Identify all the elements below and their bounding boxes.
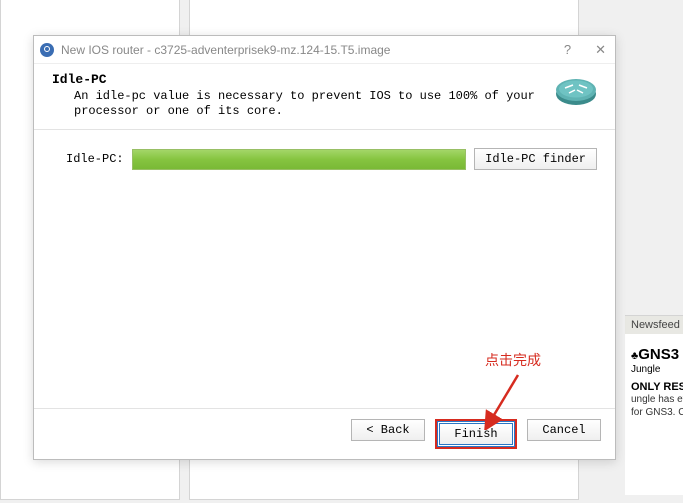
annotation-text: 点击完成 <box>485 350 541 370</box>
close-button[interactable]: ✕ <box>592 42 609 58</box>
dialog-new-ios-router: New IOS router - c3725-adventerprisek9-m… <box>33 35 616 460</box>
finish-highlight: Finish <box>435 419 517 449</box>
page-description: An idle-pc value is necessary to prevent… <box>52 89 545 119</box>
newsfeed-line: for GNS3. Co <box>631 406 683 419</box>
wizard-header: Idle-PC An idle-pc value is necessary to… <box>34 64 615 130</box>
app-icon <box>40 43 54 57</box>
newsfeed-header: Newsfeed <box>625 316 683 334</box>
back-button[interactable]: < Back <box>351 419 425 441</box>
newsfeed-line: ungle has eve <box>631 393 683 406</box>
titlebar: New IOS router - c3725-adventerprisek9-m… <box>34 36 615 64</box>
idle-pc-input[interactable] <box>132 149 467 170</box>
help-button[interactable]: ? <box>561 42 574 58</box>
router-icon <box>555 72 597 108</box>
newsfeed-panel: Newsfeed ♣GNS3 Jungle ONLY RESO ungle ha… <box>625 315 683 495</box>
window-title: New IOS router - c3725-adventerprisek9-m… <box>61 43 561 57</box>
idle-pc-label: Idle-PC: <box>66 152 124 166</box>
page-title: Idle-PC <box>52 72 545 87</box>
finish-button[interactable]: Finish <box>439 423 513 445</box>
gns3-logo: ♣GNS3 Jungle <box>631 346 683 375</box>
idle-pc-finder-button[interactable]: Idle-PC finder <box>474 148 597 170</box>
cancel-button[interactable]: Cancel <box>527 419 601 441</box>
newsfeed-title: ONLY RESO <box>631 381 683 393</box>
wizard-footer: < Back Finish Cancel <box>34 408 615 459</box>
